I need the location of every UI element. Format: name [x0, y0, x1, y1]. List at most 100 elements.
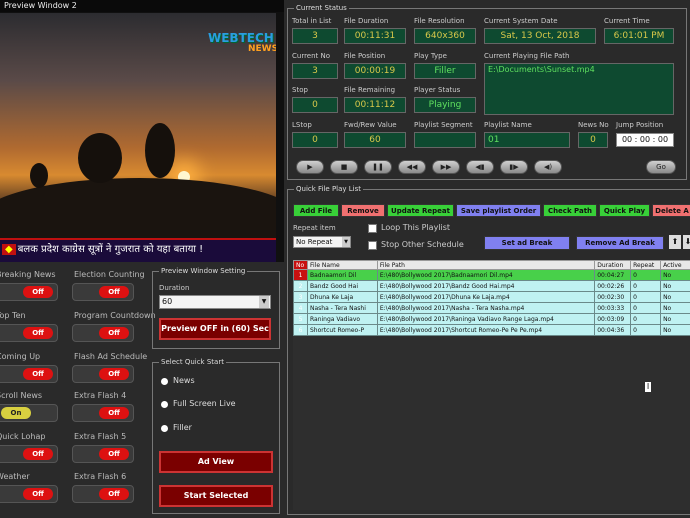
radio-full-screen-live[interactable]	[161, 401, 168, 408]
playlist-btn-quick-play[interactable]: Quick Play	[599, 204, 650, 217]
repeat-select[interactable]: No Repeat ▼	[293, 236, 351, 248]
column-header[interactable]: Duration	[594, 260, 632, 270]
file-duration-value: 00:11:31	[344, 28, 406, 44]
ad-view-button[interactable]: Ad View	[159, 451, 273, 473]
column-header[interactable]: Active	[660, 260, 690, 270]
current-status-title: Current Status	[294, 4, 349, 12]
playlist-table-area: No File Name File Path Duration Repeat Active…	[293, 260, 690, 510]
playlist-btn-delete-a[interactable]: Delete A	[652, 204, 690, 217]
toggle-flash-ad-schedule[interactable]: Off	[72, 365, 134, 383]
playlist-btn-update-repeat[interactable]: Update Repeat	[387, 204, 454, 217]
duration-label: Duration	[159, 284, 190, 292]
cell-path: E:\480\Bollywood 2017\Badnaamori Dil.mp4	[376, 269, 596, 281]
next-icon[interactable]: ▮▶	[500, 160, 528, 174]
toggle-top-ten[interactable]: Off	[0, 324, 58, 342]
cell-no: 1	[293, 269, 308, 281]
cell-duration: 00:04:27	[594, 269, 632, 281]
preview-video: WEBTECH NEWS	[0, 13, 276, 238]
remove-ad-break-button[interactable]: Remove Ad Break	[576, 236, 664, 250]
toggle-label: Program Countdown	[74, 311, 156, 320]
toggle-state: Off	[99, 407, 129, 419]
lstop-label: LStop	[292, 121, 312, 129]
cell-no: 6	[293, 324, 308, 336]
toggle-extra-flash-6[interactable]: Off	[72, 485, 134, 503]
column-header[interactable]: File Name	[306, 260, 378, 270]
toggle-extra-flash-4[interactable]: Off	[72, 404, 134, 422]
column-header[interactable]: No	[293, 260, 308, 270]
cell-no: 3	[293, 291, 308, 303]
go-button[interactable]: Go	[646, 160, 676, 174]
jump-position-input[interactable]: 00 : 00 : 00	[616, 133, 674, 147]
playlist-title: Quick File Play List	[294, 185, 364, 193]
toggle-label: Election Counting	[74, 270, 145, 279]
stop-label: Stop	[292, 86, 308, 94]
loop-playlist-checkbox[interactable]	[368, 224, 377, 233]
arrow-up-icon[interactable]: ⬆	[669, 235, 681, 249]
system-date-value: Sat, 13 Oct, 2018	[484, 28, 596, 44]
current-file-value: E:\Documents\Sunset.mp4	[484, 63, 674, 115]
playlist-btn-check-path[interactable]: Check Path	[543, 204, 597, 217]
fast-forward-icon[interactable]: ▶▶	[432, 160, 460, 174]
current-status-group: Current Status Total in List 3 File Dura…	[287, 4, 687, 180]
stop-other-checkbox[interactable]	[368, 241, 377, 250]
cell-active: No	[660, 313, 690, 325]
toggle-label: Flash Ad Schedule	[74, 352, 148, 361]
toggle-extra-flash-5[interactable]: Off	[72, 445, 134, 463]
toggle-state: Off	[23, 448, 53, 460]
toggle-state: Off	[99, 368, 129, 380]
start-selected-button[interactable]: Start Selected	[159, 485, 273, 507]
playlist-btn-remove[interactable]: Remove	[341, 204, 385, 217]
toggle-weather[interactable]: Off	[0, 485, 58, 503]
toggle-scroll-news[interactable]: On	[0, 404, 58, 422]
toggle-program-countdown[interactable]: Off	[72, 324, 134, 342]
playlist-btn-add-file[interactable]: Add File	[293, 204, 339, 217]
fwd-rew-label: Fwd/Rew Value	[344, 121, 397, 129]
toggle-breaking-news[interactable]: Off	[0, 283, 58, 301]
preview-off-button[interactable]: Preview OFF in (60) Sec	[159, 318, 271, 340]
cell-active: No	[660, 324, 690, 336]
duration-value: 60	[162, 297, 173, 306]
toggle-quick-lohap[interactable]: Off	[0, 445, 58, 463]
total-in-list-value: 3	[292, 28, 338, 44]
cell-path: E:\480\Bollywood 2017\Shortcut Romeo-Pe …	[376, 324, 596, 336]
previous-icon[interactable]: ◀▮	[466, 160, 494, 174]
column-header[interactable]: Repeat	[630, 260, 662, 270]
toggle-election-counting[interactable]: Off	[72, 283, 134, 301]
news-no-value: 0	[578, 132, 608, 148]
jump-position-label: Jump Position	[616, 121, 664, 129]
tree	[78, 133, 122, 183]
playlist-btn-save-playlist-order[interactable]: Save playlist Order	[456, 204, 541, 217]
table-row[interactable]: 1 Badnaamori Dil E:\480\Bollywood 2017\Bad…	[293, 269, 690, 281]
column-header[interactable]: File Path	[376, 260, 596, 270]
current-no-label: Current No	[292, 52, 331, 60]
table-row[interactable]: 3 Dhuna Ke Laja E:\480\Bollywood 2017\Dhun…	[293, 291, 690, 303]
rewind-icon[interactable]: ◀◀	[398, 160, 426, 174]
chevron-down-icon: ▼	[342, 237, 350, 247]
playlist-header: No File Name File Path Duration Repeat Active	[293, 260, 690, 270]
toggle-label: Extra Flash 6	[74, 472, 127, 481]
current-no-value: 3	[292, 63, 338, 79]
table-row[interactable]: 5 Raninga Vadiavo E:\480\Bollywood 2017\Ra…	[293, 313, 690, 325]
pause-icon[interactable]: ❚❚	[364, 160, 392, 174]
set-ad-break-button[interactable]: Set ad Break	[484, 236, 570, 250]
player-status-label: Player Status	[414, 86, 461, 94]
toggle-state: Off	[99, 448, 129, 460]
arrow-down-icon[interactable]: ⬇	[683, 235, 690, 249]
file-resolution-label: File Resolution	[414, 17, 465, 25]
table-row[interactable]: 4 Nasha - Tera Nashi E:\480\Bollywood 2017…	[293, 302, 690, 314]
table-row[interactable]: 2 Bandz Good Hai E:\480\Bollywood 2017\Ban…	[293, 280, 690, 292]
toggle-coming-up[interactable]: Off	[0, 365, 58, 383]
radio-news[interactable]	[161, 378, 168, 385]
playlist-group: Quick File Play List Add File Remove Updat…	[287, 185, 690, 515]
table-row[interactable]: 6 Shortcut Romeo-P E:\480\Bollywood 2017\S…	[293, 324, 690, 336]
duration-select[interactable]: 60 ▼	[159, 295, 271, 309]
volume-icon[interactable]: ◀)	[534, 160, 562, 174]
file-duration-label: File Duration	[344, 17, 389, 25]
preview-title: Preview Window 2	[0, 0, 284, 12]
stop-icon[interactable]: ■	[330, 160, 358, 174]
radio-filler[interactable]	[161, 425, 168, 432]
playlist-name-value: 01	[484, 132, 570, 148]
play-icon[interactable]: ▶	[296, 160, 324, 174]
fwd-rew-value[interactable]: 60	[344, 132, 406, 148]
file-resolution-value: 640x360	[414, 28, 476, 44]
